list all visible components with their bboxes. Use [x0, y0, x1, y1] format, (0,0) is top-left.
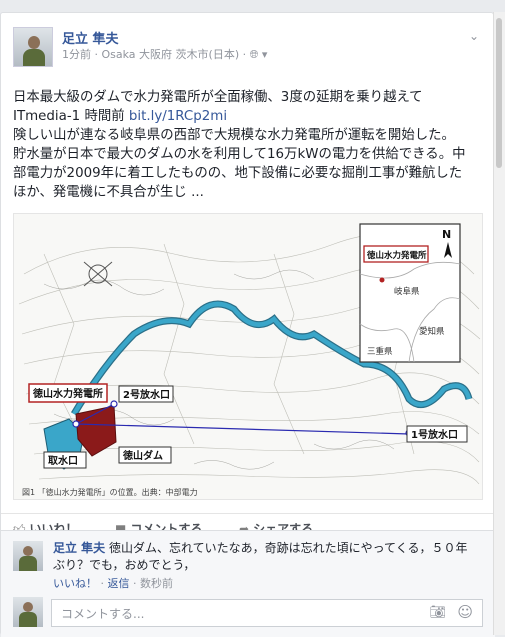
- inset-aichi: 愛知県: [419, 326, 445, 337]
- post-time[interactable]: 1分前: [62, 48, 91, 61]
- north-label: N: [442, 228, 451, 241]
- author-name[interactable]: 足立 隼夫: [62, 28, 119, 47]
- camera-icon[interactable]: 📷︎: [429, 605, 446, 620]
- post-body-line: 部電力が2009年に着工したものの、地下設備に必要な掘削工事が難航した: [13, 166, 463, 181]
- label-station: 徳山水力発電所: [32, 387, 103, 400]
- comment-body: 足立 隼夫 徳山ダム、忘れていたなあ，奇跡は忘れた頃にやってくる，５０年ぶり？で…: [53, 540, 473, 574]
- label-dam: 徳山ダム: [122, 449, 163, 462]
- author-avatar[interactable]: [13, 27, 53, 67]
- map-image[interactable]: 徳山水力発電所 2号放水口 1号放水口 取水口 徳山ダム 徳山水力発電所 岐阜県…: [13, 213, 483, 500]
- commenter-avatar[interactable]: [13, 541, 43, 571]
- label-outlet-2: 2号放水口: [123, 388, 170, 401]
- label-outlet-1: 1号放水口: [411, 428, 458, 441]
- post-body-line: 貯水量が日本で最大のダムの水を利用して16万kWの電力を供給できる。中: [13, 147, 466, 162]
- comment-time[interactable]: 数秒前: [140, 577, 173, 590]
- post-source-line: ITmedia-1 時間前 bit.ly/1RCp2mi: [13, 107, 487, 126]
- inset-gifu: 岐阜県: [394, 286, 420, 297]
- post-source: ITmedia-1 時間前: [13, 109, 125, 124]
- post-link[interactable]: bit.ly/1RCp2mi: [129, 109, 227, 124]
- comment-like-link[interactable]: いいね！: [53, 577, 97, 590]
- scrollbar[interactable]: [493, 12, 505, 635]
- comment-separator: ·: [97, 577, 108, 590]
- comments-section: 足立 隼夫 徳山ダム、忘れていたなあ，奇跡は忘れた頃にやってくる，５０年ぶり？で…: [1, 530, 495, 637]
- label-intake: 取水口: [48, 454, 78, 467]
- composer-avatar: [13, 597, 43, 627]
- comment-separator: ·: [129, 577, 140, 590]
- privacy-chevron-icon[interactable]: ▾: [262, 48, 268, 61]
- inset-mie: 三重県: [367, 346, 393, 357]
- post-meta: 1分前 · Osaka 大阪府 茨木市(日本) · 🌐︎ ▾: [62, 46, 267, 62]
- post-body-line: ほか、発電機に不具合が生じ ...: [13, 185, 204, 200]
- comment-input[interactable]: [59, 601, 403, 627]
- emoji-icon[interactable]: ☺: [457, 603, 473, 621]
- post-location[interactable]: · Osaka 大阪府 茨木市(日本) ·: [95, 48, 247, 61]
- post-headline: 日本最大級のダムで水力発電所が全面稼働、3度の延期を乗り越えて: [13, 90, 423, 105]
- post-text: 日本最大級のダムで水力発電所が全面稼働、3度の延期を乗り越えて ITmedia-…: [13, 88, 487, 202]
- comment-reply-link[interactable]: 返信: [108, 577, 130, 590]
- comment-text: 徳山ダム、忘れていたなあ，奇跡は忘れた頃にやってくる，５０年ぶり？でも，おめでと…: [53, 541, 468, 572]
- map-caption: 図1 「徳山水力発電所」の位置。出典：中部電力: [22, 487, 198, 497]
- post-card: 足立 隼夫 1分前 · Osaka 大阪府 茨木市(日本) · 🌐︎ ▾ ⌄ 日…: [0, 12, 495, 637]
- map-svg: 徳山水力発電所 2号放水口 1号放水口 取水口 徳山ダム 徳山水力発電所 岐阜県…: [14, 214, 482, 499]
- inset-station: 徳山水力発電所: [366, 250, 427, 261]
- comment-author[interactable]: 足立 隼夫: [53, 541, 105, 555]
- comment-composer[interactable]: 📷︎ ☺: [51, 599, 483, 627]
- comment-actions: いいね！ · 返信 · 数秒前: [53, 575, 173, 591]
- scrollbar-thumb[interactable]: [496, 18, 502, 168]
- post-body-line: 険しい山が連なる岐阜県の西部で大規模な水力発電所が運転を開始した。: [13, 128, 455, 143]
- globe-icon[interactable]: 🌐︎: [250, 48, 259, 61]
- chevron-down-icon[interactable]: ⌄: [469, 29, 479, 43]
